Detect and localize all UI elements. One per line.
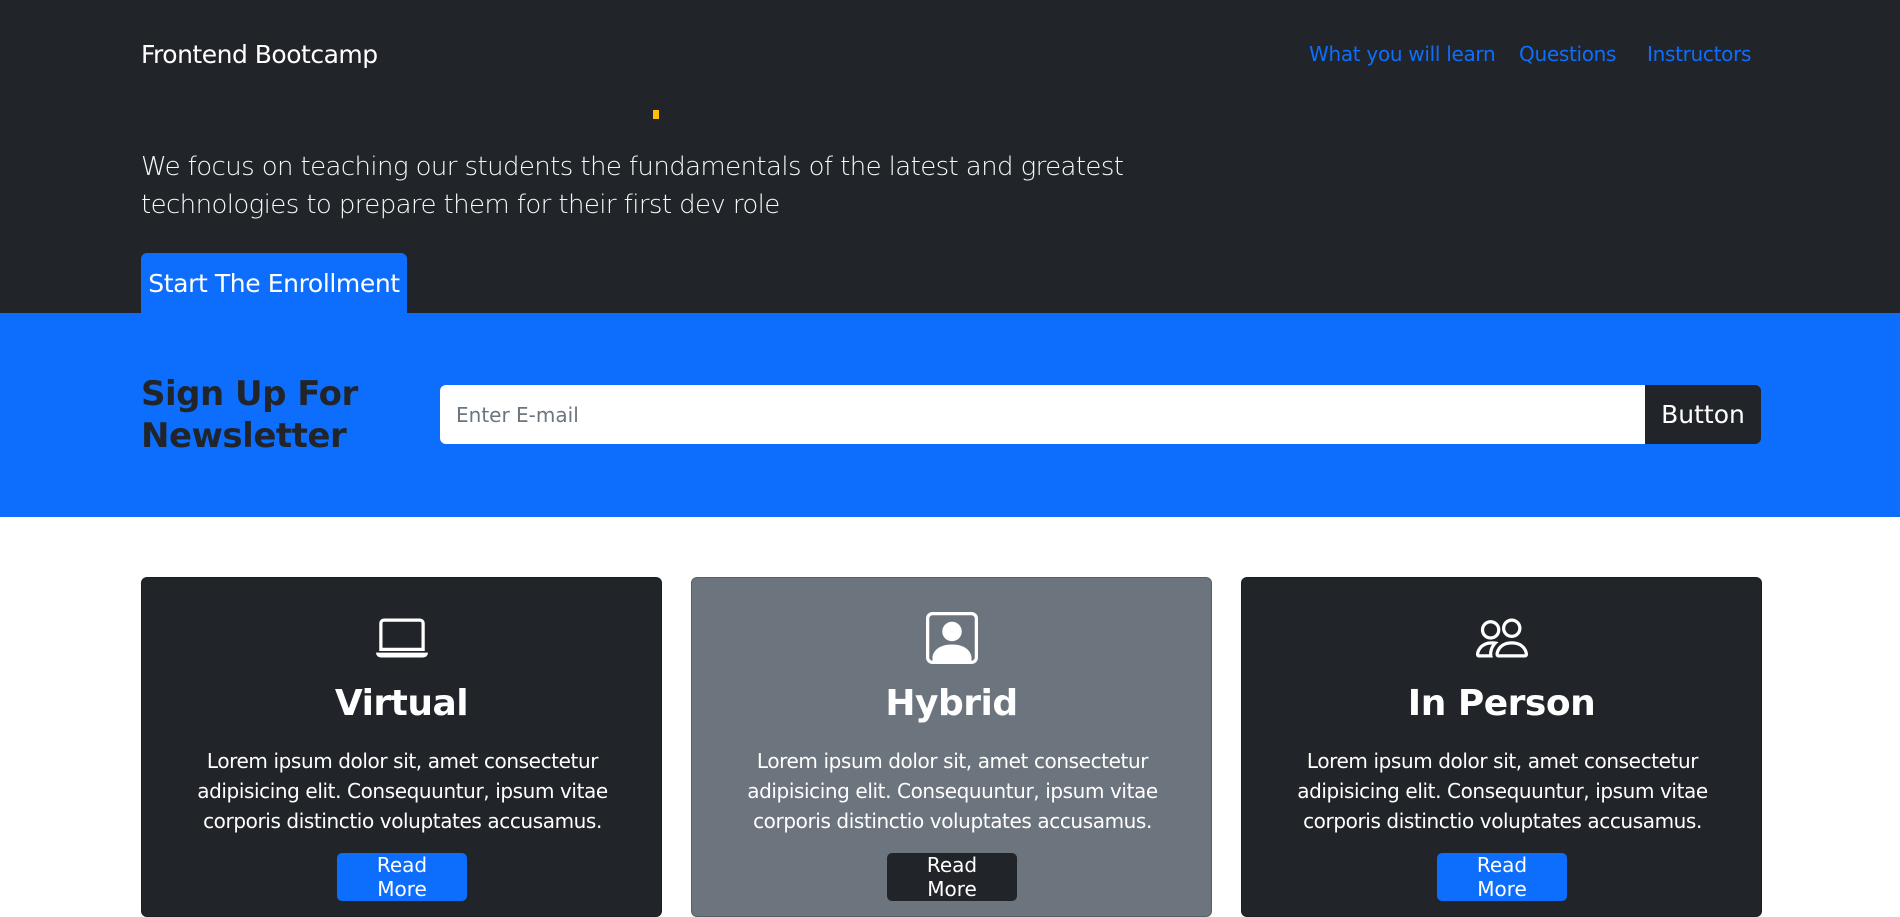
newsletter-section: Sign Up For Newsletter Button xyxy=(0,313,1900,517)
read-more-button[interactable]: Read More xyxy=(1437,853,1567,901)
brand-link[interactable]: Frontend Bootcamp xyxy=(141,40,378,69)
newsletter-title: Sign Up For Newsletter xyxy=(141,374,358,456)
card-text: Lorem ipsum dolor sit, amet consectetur … xyxy=(1297,749,1708,833)
email-input[interactable] xyxy=(440,385,1645,444)
person-square-icon xyxy=(926,612,978,664)
card-text: Lorem ipsum dolor sit, amet consectetur … xyxy=(747,749,1158,833)
read-more-button[interactable]: Read More xyxy=(887,853,1017,901)
card-title: Hybrid xyxy=(885,683,1018,724)
nav-link-questions[interactable]: Questions xyxy=(1519,42,1616,66)
card-in-person: In Person Lorem ipsum dolor sit, amet co… xyxy=(1241,577,1762,917)
navbar: Frontend Bootcamp What you will learn Qu… xyxy=(0,0,1900,110)
read-more-button[interactable]: Read More xyxy=(337,853,467,901)
card-title: Virtual xyxy=(334,683,469,724)
start-enrollment-button[interactable]: Start The Enrollment xyxy=(141,253,407,313)
card-virtual: Virtual Lorem ipsum dolor sit, amet cons… xyxy=(141,577,662,917)
hero-section: We focus on teaching our students the fu… xyxy=(0,110,1900,313)
nav-link-what-you-will-learn[interactable]: What you will learn xyxy=(1309,42,1496,66)
nav-link-instructors[interactable]: Instructors xyxy=(1647,42,1751,66)
typing-cursor xyxy=(653,110,659,119)
hero-lead-text: We focus on teaching our students the fu… xyxy=(141,152,1124,220)
card-text: Lorem ipsum dolor sit, amet consectetur … xyxy=(197,749,608,833)
card-title: In Person xyxy=(1407,683,1596,724)
card-hybrid: Hybrid Lorem ipsum dolor sit, amet conse… xyxy=(691,577,1212,917)
laptop-icon xyxy=(376,618,428,658)
newsletter-submit-button[interactable]: Button xyxy=(1645,385,1761,444)
people-icon xyxy=(1476,618,1528,658)
